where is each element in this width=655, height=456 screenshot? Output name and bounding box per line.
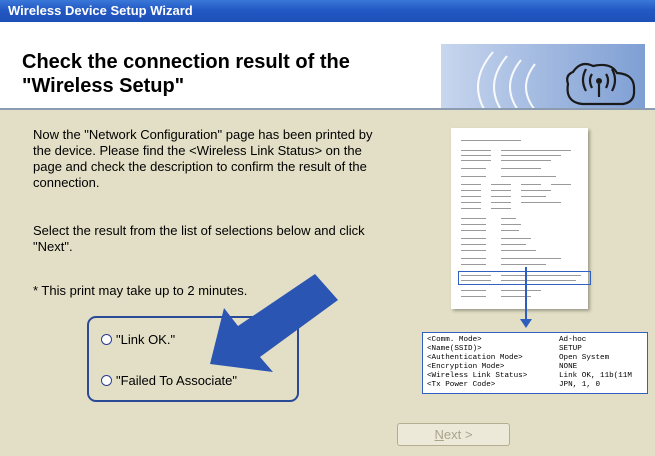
instruction-paragraph: Now the "Network Configuration" page has… — [33, 127, 373, 190]
radio-button-icon[interactable] — [101, 334, 112, 345]
radio-button-icon[interactable] — [101, 375, 112, 386]
radio-failed-to-associate[interactable]: "Failed To Associate" — [101, 373, 237, 388]
status-row: <Wireless Link Status> Link OK, 11b(11M — [427, 372, 632, 380]
page-title: Check the connection result of the "Wire… — [22, 51, 350, 97]
radio-link-ok[interactable]: "Link OK." — [101, 332, 175, 347]
status-row: <Authentication Mode> Open System — [427, 354, 610, 362]
window-title: Wireless Device Setup Wizard — [0, 0, 655, 22]
selection-instruction: Select the result from the list of selec… — [33, 223, 365, 254]
connector-line — [525, 267, 527, 322]
next-button[interactable]: Next > — [397, 423, 510, 446]
status-row: <Comm. Mode> Ad-hoc — [427, 336, 587, 344]
status-row: <Tx Power Code> JPN, 1, 0 — [427, 381, 601, 389]
wizard-content: Now the "Network Configuration" page has… — [0, 110, 655, 456]
radio-label: "Link OK." — [116, 332, 176, 347]
status-row: <Encryption Mode> NONE — [427, 363, 578, 371]
pointer-arrow-icon — [210, 274, 338, 372]
connector-arrowhead — [520, 319, 532, 328]
radio-label: "Failed To Associate" — [116, 373, 237, 388]
link-status-detail: <Comm. Mode> Ad-hoc <Name(SSID)> SETUP <Au… — [422, 332, 648, 394]
wizard-header: Check the connection result of the "Wire… — [0, 22, 655, 130]
status-row: <Name(SSID)> SETUP — [427, 345, 582, 353]
network-config-page-thumbnail — [451, 128, 591, 309]
